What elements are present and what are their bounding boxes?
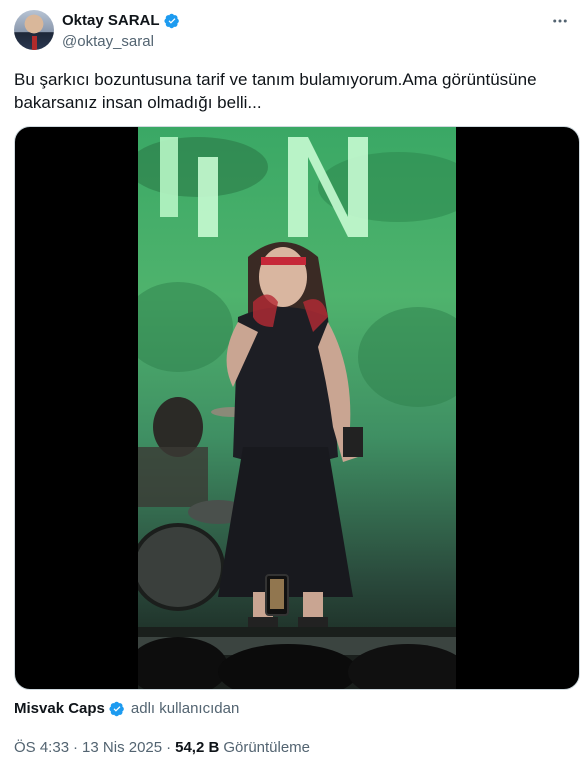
- tweet-date[interactable]: 13 Nis 2025: [82, 739, 162, 756]
- tweet-text: Bu şarkıcı bozuntusuna tarif ve tanım bu…: [14, 70, 537, 112]
- views-label: Görüntüleme: [223, 739, 311, 756]
- author-name-row: Oktay SARAL: [62, 12, 180, 29]
- video-player[interactable]: [138, 127, 456, 689]
- source-suffix: adlı kullanıcıdan: [130, 700, 240, 717]
- author-handle[interactable]: @oktay_saral: [62, 33, 154, 50]
- meta-separator: ·: [73, 739, 79, 756]
- source-name[interactable]: Misvak Caps: [14, 700, 105, 717]
- source-attribution: Misvak Caps adlı kullanıcıdan: [14, 700, 239, 717]
- tweet-header: Oktay SARAL @oktay_saral: [14, 8, 574, 54]
- tweet-time[interactable]: ÖS 4:33: [14, 739, 69, 756]
- more-horizontal-icon[interactable]: [550, 12, 570, 32]
- tweet-meta: ÖS 4:33 · 13 Nis 2025 · 54,2 B Görüntüle…: [14, 739, 310, 756]
- views-count: 54,2 B: [175, 739, 220, 756]
- verified-badge-icon: [163, 13, 179, 28]
- meta-separator-2: ·: [166, 739, 172, 756]
- author-avatar[interactable]: [14, 10, 54, 50]
- author-name[interactable]: Oktay SARAL: [62, 12, 160, 29]
- video-frame: [138, 127, 456, 689]
- source-verified-icon: [109, 701, 124, 716]
- tweet-media[interactable]: [14, 126, 580, 690]
